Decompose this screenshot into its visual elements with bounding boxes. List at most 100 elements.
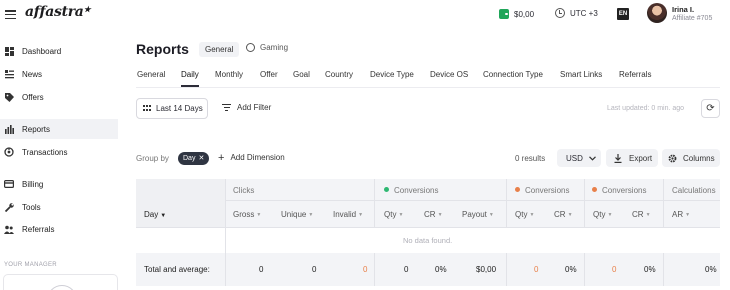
sort-icon: ▼ bbox=[488, 212, 494, 218]
sidebar-item-dashboard[interactable]: Dashboard bbox=[0, 41, 118, 61]
tab-device-type[interactable]: Device Type bbox=[370, 70, 414, 79]
sidebar-item-news[interactable]: News bbox=[0, 64, 118, 84]
sidebar-item-reports[interactable]: Reports bbox=[0, 119, 118, 139]
column-header-day[interactable]: Day ▼ bbox=[144, 210, 166, 219]
sort-icon: ▼ bbox=[256, 212, 262, 218]
manager-label: YOUR MANAGER bbox=[4, 262, 57, 268]
add-dimension-label: Add Dimension bbox=[230, 153, 285, 162]
column-divider bbox=[225, 179, 226, 286]
total-cr: 0% bbox=[435, 265, 447, 274]
group-header-label: Conversions bbox=[525, 186, 570, 195]
column-header-invalid[interactable]: Invalid ▼ bbox=[333, 210, 363, 219]
column-header-qty[interactable]: Qty ▼ bbox=[384, 210, 403, 219]
column-header-payout[interactable]: Payout ▼ bbox=[462, 210, 494, 219]
columns-label: Columns bbox=[683, 153, 715, 163]
column-divider bbox=[506, 179, 507, 227]
column-divider bbox=[374, 179, 375, 227]
group-chip-day[interactable]: Day ✕ bbox=[178, 152, 210, 165]
sidebar-item-transactions[interactable]: Transactions bbox=[0, 142, 118, 162]
column-header-qty[interactable]: Qty ▼ bbox=[515, 210, 534, 219]
column-header-label: Invalid bbox=[333, 210, 357, 219]
gaming-icon bbox=[246, 43, 255, 52]
timezone-selector[interactable]: UTC +3 bbox=[555, 8, 598, 18]
calendar-icon bbox=[143, 105, 151, 112]
column-header-cr[interactable]: CR ▼ bbox=[632, 210, 651, 219]
sidebar-item-tools[interactable]: Tools bbox=[0, 197, 118, 217]
mode-general[interactable]: General bbox=[199, 42, 240, 57]
mode-gaming-label: Gaming bbox=[260, 43, 289, 52]
tab-smart-links[interactable]: Smart Links bbox=[560, 70, 602, 79]
sidebar-item-label: Reports bbox=[22, 124, 51, 134]
sidebar-item-billing[interactable]: Billing bbox=[0, 174, 118, 194]
logo-star-icon: ★ bbox=[83, 4, 91, 14]
group-by-label: Group by bbox=[136, 154, 169, 163]
tab-monthly[interactable]: Monthly bbox=[215, 70, 243, 79]
group-header-conversions: Conversions bbox=[384, 186, 438, 195]
language-selector[interactable]: EN bbox=[617, 8, 629, 20]
column-header-cr[interactable]: CR ▼ bbox=[554, 210, 573, 219]
clock-icon bbox=[555, 8, 565, 18]
group-header-label: Conversions bbox=[602, 186, 647, 195]
column-header-ar[interactable]: AR ▼ bbox=[672, 210, 690, 219]
tag-icon bbox=[4, 92, 14, 102]
column-header-unique[interactable]: Unique ▼ bbox=[281, 210, 313, 219]
wallet-icon bbox=[499, 9, 509, 19]
column-header-label: Gross bbox=[233, 210, 255, 219]
sidebar-item-offers[interactable]: Offers bbox=[0, 87, 118, 107]
sidebar-item-label: Tools bbox=[22, 202, 41, 212]
balance[interactable]: $0,00 bbox=[499, 8, 534, 20]
tab-country[interactable]: Country bbox=[325, 70, 353, 79]
total-qty: 0 bbox=[612, 265, 617, 274]
total-row bbox=[136, 253, 720, 286]
sort-icon: ▼ bbox=[437, 212, 443, 218]
status-dot bbox=[515, 187, 520, 192]
tab-daily[interactable]: Daily bbox=[181, 70, 199, 87]
currency-select[interactable]: USD bbox=[557, 149, 601, 167]
menu-icon[interactable] bbox=[5, 10, 16, 20]
empty-state: No data found. bbox=[403, 236, 453, 245]
export-label: Export bbox=[629, 153, 653, 163]
tab-goal[interactable]: Goal bbox=[293, 70, 310, 79]
column-header-cr[interactable]: CR ▼ bbox=[424, 210, 443, 219]
close-icon[interactable]: ✕ bbox=[198, 152, 204, 165]
add-dimension-button[interactable]: + Add Dimension bbox=[218, 151, 285, 164]
filter-icon bbox=[222, 104, 231, 111]
download-icon bbox=[614, 153, 622, 163]
sidebar-item-label: Transactions bbox=[22, 147, 68, 157]
total-qty: 0 bbox=[534, 265, 539, 274]
add-filter-label: Add Filter bbox=[237, 103, 272, 112]
column-header-label: Payout bbox=[462, 210, 487, 219]
sort-icon: ▼ bbox=[685, 212, 691, 218]
last-updated: Last updated: 0 min. ago bbox=[607, 105, 685, 112]
refresh-button[interactable]: ⟳ bbox=[701, 99, 720, 118]
sidebar-item-referrals[interactable]: Referrals bbox=[0, 219, 118, 239]
columns-button[interactable]: Columns bbox=[662, 149, 720, 167]
status-dot bbox=[592, 187, 597, 192]
tab-connection-type[interactable]: Connection Type bbox=[483, 70, 543, 79]
tab-offer[interactable]: Offer bbox=[260, 70, 278, 79]
user-name[interactable]: Irina I. bbox=[672, 5, 694, 14]
total-invalid: 0 bbox=[363, 265, 368, 274]
column-header-gross[interactable]: Gross ▼ bbox=[233, 210, 261, 219]
column-header-label: Qty bbox=[515, 210, 528, 219]
column-divider bbox=[506, 253, 507, 286]
tab-device-os[interactable]: Device OS bbox=[430, 70, 468, 79]
add-filter-button[interactable]: Add Filter bbox=[222, 103, 271, 112]
total-payout: $0,00 bbox=[476, 265, 497, 274]
date-range-button[interactable]: Last 14 Days bbox=[136, 98, 208, 119]
avatar[interactable] bbox=[647, 3, 667, 23]
column-header-qty[interactable]: Qty ▼ bbox=[593, 210, 612, 219]
tab-referrals[interactable]: Referrals bbox=[619, 70, 651, 79]
results-count: 0 results bbox=[515, 154, 546, 163]
status-dot bbox=[384, 187, 389, 192]
total-unique: 0 bbox=[312, 265, 317, 274]
logo[interactable]: affastra★ bbox=[25, 4, 91, 20]
mode-gaming[interactable]: Gaming bbox=[246, 43, 288, 52]
group-chip-label: Day bbox=[183, 155, 196, 162]
chevron-down-icon bbox=[588, 155, 596, 161]
transactions-icon bbox=[4, 147, 14, 157]
tab-general[interactable]: General bbox=[137, 70, 165, 79]
news-icon bbox=[4, 69, 14, 79]
plus-icon: + bbox=[218, 151, 225, 164]
export-button[interactable]: Export bbox=[606, 149, 658, 167]
